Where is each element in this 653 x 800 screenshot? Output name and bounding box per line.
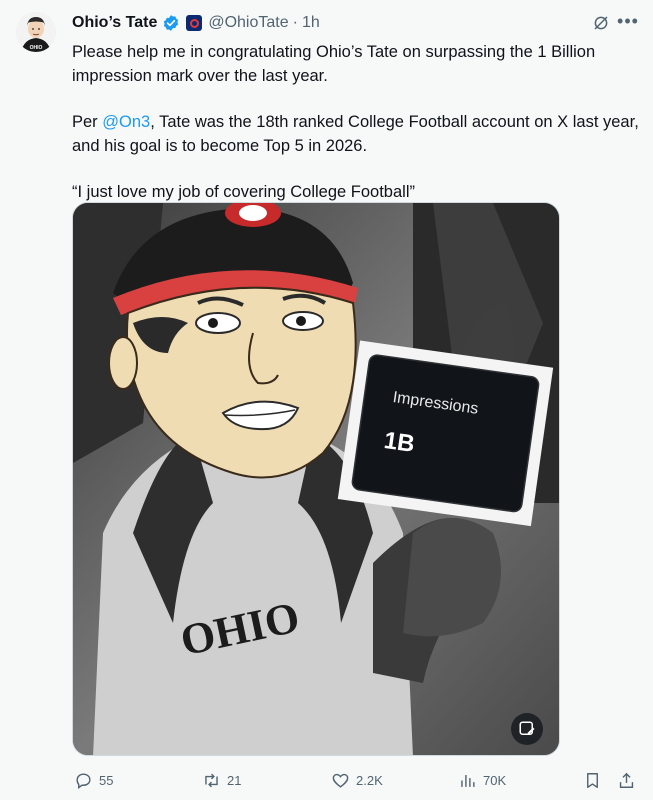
reply-button[interactable]: 55	[74, 768, 113, 792]
action-bar: 55 21 2.2K 70K	[72, 768, 640, 792]
paragraph-2: Per @On3, Tate was the 18th ranked Colle…	[72, 110, 640, 158]
like-count: 2.2K	[356, 772, 383, 788]
display-name[interactable]: Ohio’s Tate	[72, 14, 157, 32]
verified-badge-icon	[164, 15, 179, 31]
handle[interactable]: @OhioTate	[208, 14, 288, 32]
avatar[interactable]: OHIO	[16, 12, 56, 52]
heart-icon	[332, 773, 349, 788]
image-edit-icon	[519, 721, 535, 735]
media-edit-button[interactable]	[511, 713, 543, 745]
paragraph-3: “I just love my job of covering College …	[72, 183, 415, 201]
repost-count: 21	[227, 772, 242, 788]
more-options-icon[interactable]: •••	[616, 11, 640, 31]
grok-icon[interactable]	[592, 14, 610, 32]
reply-count: 55	[99, 772, 114, 788]
avatar-image: OHIO	[16, 12, 56, 52]
paragraph-2-suffix: , Tate was the 18th ranked College Footb…	[72, 113, 639, 155]
bookmark-button[interactable]	[583, 768, 602, 792]
paragraph-2-prefix: Per	[72, 113, 103, 131]
views-button[interactable]: 70K	[458, 768, 506, 792]
bookmark-icon	[587, 772, 598, 788]
separator-dot: ·	[292, 14, 298, 31]
share-button[interactable]	[617, 768, 636, 792]
views-chart-icon	[461, 774, 475, 787]
affiliate-badge-icon[interactable]	[186, 15, 203, 31]
reply-icon	[76, 772, 91, 789]
repost-icon	[205, 773, 218, 787]
like-button[interactable]: 2.2K	[331, 768, 383, 792]
view-count: 70K	[483, 772, 507, 788]
photo-illustration: OHIO	[73, 203, 559, 755]
mention-link[interactable]: @On3	[102, 113, 150, 131]
post-text: Please help me in congratulating Ohio’s …	[72, 40, 640, 204]
timestamp[interactable]: 1h	[302, 14, 320, 32]
avatar-shirt-text: OHIO	[30, 45, 43, 51]
paragraph-1: Please help me in congratulating Ohio’s …	[72, 43, 596, 85]
impressions-card-value: 1B	[382, 427, 417, 459]
share-icon	[619, 772, 634, 788]
tweet: OHIO Ohio’s Tate @OhioTate · 1h ••• Plea…	[0, 0, 653, 800]
repost-button[interactable]: 21	[202, 768, 241, 792]
post-image[interactable]: OHIO Impressions 1B	[72, 202, 560, 756]
post-header: Ohio’s Tate @OhioTate · 1h	[72, 12, 320, 34]
